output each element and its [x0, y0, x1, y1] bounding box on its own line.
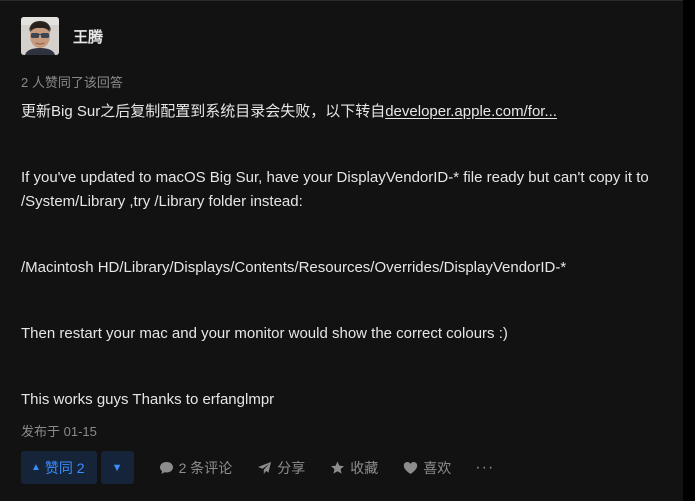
share-icon: [258, 461, 272, 474]
comment-label: 2 条评论: [178, 459, 233, 476]
source-link[interactable]: developer.apple.com/for...: [385, 103, 557, 120]
intro-text: 更新Big Sur之后复制配置到系统目录会失败，以下转自: [21, 103, 386, 120]
answer-card: 王腾 2 人赞同了该回答 更新Big Sur之后复制配置到系统目录会失败，以下转…: [0, 0, 683, 501]
comment-button[interactable]: 2 条评论: [159, 458, 233, 478]
publish-time[interactable]: 发布于 01-15: [21, 421, 97, 440]
author-name[interactable]: 王腾: [73, 26, 103, 47]
answer-path: /Macintosh HD/Library/Displays/Contents/…: [21, 259, 567, 276]
more-button[interactable]: ···: [475, 459, 494, 477]
answer-para3: Then restart your mac and your monitor w…: [21, 325, 508, 342]
star-icon: [331, 461, 345, 474]
upvote-button[interactable]: ▲ 赞同 2: [21, 451, 97, 484]
user-avatar-icon: [21, 17, 59, 55]
upvote-label: 赞同 2: [44, 459, 85, 476]
answer-content: 更新Big Sur之后复制配置到系统目录会失败，以下转自developer.ap…: [21, 100, 671, 412]
collect-button[interactable]: 收藏: [330, 458, 378, 478]
downvote-button[interactable]: ▼: [100, 451, 134, 484]
heart-icon: [404, 461, 418, 474]
triangle-down-icon: ▼: [111, 461, 123, 474]
collect-label: 收藏: [350, 459, 379, 476]
upvote-summary: 2 人赞同了该回答: [21, 75, 123, 90]
comment-icon: [159, 461, 173, 474]
answer-para1-line1: If you've updated to macOS Big Sur, have…: [21, 169, 649, 186]
answer-para1-line2: /System/Library ,try /Library folder ins…: [21, 193, 303, 210]
top-divider: [0, 0, 683, 1]
answer-para4: This works guys Thanks to erfanglmpr: [21, 391, 275, 408]
share-button[interactable]: 分享: [257, 458, 305, 478]
like-label: 喜欢: [423, 459, 452, 476]
answer-intro: 更新Big Sur之后复制配置到系统目录会失败，以下转自developer.ap…: [21, 100, 671, 124]
share-label: 分享: [277, 459, 306, 476]
triangle-up-icon: ▲: [31, 462, 41, 473]
action-bar: ▲ 赞同 2 ▼ 2 条评论 分享 收藏 喜欢 ···: [21, 451, 494, 484]
author-info: 王腾: [21, 17, 103, 55]
page: 王腾 2 人赞同了该回答 更新Big Sur之后复制配置到系统目录会失败，以下转…: [0, 0, 695, 501]
author-avatar[interactable]: [21, 17, 59, 55]
like-button[interactable]: 喜欢: [403, 458, 451, 478]
more-icon: ···: [475, 458, 495, 476]
